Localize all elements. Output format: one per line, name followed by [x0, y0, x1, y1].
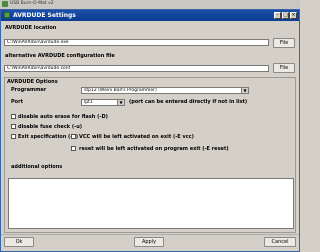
additional-options-label: additional options	[11, 164, 63, 170]
alt-config-label: alternative AVRDUDE configuration file	[5, 53, 115, 59]
port-label: Port	[11, 99, 23, 105]
programmer-select-value: stp12 (Weini Ball's Programmer)	[84, 88, 157, 93]
chevron-down-icon[interactable]: ▼	[241, 88, 248, 93]
port-note: (port can be entered directly if not in …	[129, 99, 248, 105]
additional-options-input[interactable]	[8, 178, 294, 229]
exit-spec-checkbox[interactable]	[11, 134, 16, 139]
programmer-label: Programmer	[11, 87, 47, 93]
reset-left-checkbox[interactable]	[71, 146, 76, 151]
avrdude-settings-dialog: AVRDUDE Settings – □ × AVRDUDE location …	[0, 9, 300, 252]
dialog-title: AVRDUDE Settings	[13, 12, 76, 19]
alt-config-field[interactable]: C:\WinAVR\bin\avrdude.conf	[4, 65, 269, 72]
avrdude-options-label: AVRDUDE Options	[7, 79, 58, 85]
port-select-value: lpt1	[84, 100, 93, 105]
cancel-button[interactable]: Cancel	[264, 237, 296, 247]
close-icon[interactable]: ×	[290, 12, 297, 19]
vcc-left-checkbox[interactable]	[71, 134, 76, 139]
ok-button[interactable]: Ok	[4, 237, 34, 247]
programmer-select[interactable]: stp12 (Weini Ball's Programmer) ▼	[81, 87, 249, 94]
reset-left-label: reset will be left activated on program …	[79, 146, 229, 152]
avrdude-location-file-button[interactable]: File	[273, 38, 295, 48]
avrdude-location-field[interactable]: C:\WinAVR\bin\avrdude.exe	[4, 39, 269, 46]
dialog-icon	[4, 12, 10, 18]
port-select[interactable]: lpt1 ▼	[81, 99, 125, 106]
button-divider	[1, 234, 299, 235]
chevron-down-icon[interactable]: ▼	[117, 100, 124, 105]
avrdude-location-label: AVRDUDE location	[5, 25, 57, 31]
dialog-title-bar[interactable]: AVRDUDE Settings – □ ×	[1, 10, 299, 21]
apply-button[interactable]: Apply	[134, 237, 164, 247]
exit-spec-label: Exit specification (-E)	[18, 134, 79, 140]
vcc-left-label: VCC will be left activated on exit (-E v…	[79, 134, 194, 140]
disable-fuse-check-label: disable fuse check (-u)	[18, 124, 83, 130]
disable-auto-erase-checkbox[interactable]	[11, 114, 16, 119]
disable-auto-erase-label: disable auto erase for flash (-D)	[18, 114, 108, 120]
disable-fuse-check-checkbox[interactable]	[11, 124, 16, 129]
app-icon	[2, 1, 8, 7]
alt-config-file-button[interactable]: File	[273, 63, 295, 73]
app-window-title: USB Burn-O-Mat v2	[10, 1, 54, 6]
minimize-icon[interactable]: –	[274, 12, 281, 19]
maximize-icon[interactable]: □	[282, 12, 289, 19]
